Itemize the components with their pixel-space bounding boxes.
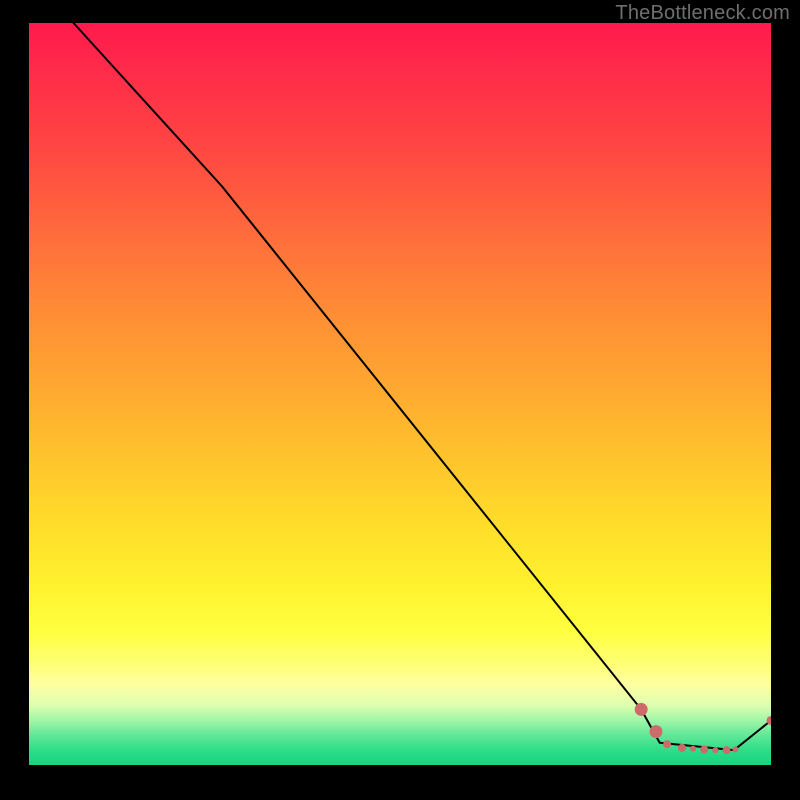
plot-area [29, 23, 771, 765]
series-curve [74, 23, 771, 750]
series-markers [635, 703, 771, 754]
attribution-label: TheBottleneck.com [615, 2, 790, 25]
chart-stage: TheBottleneck.com [0, 0, 800, 800]
chart-overlay [29, 23, 771, 765]
